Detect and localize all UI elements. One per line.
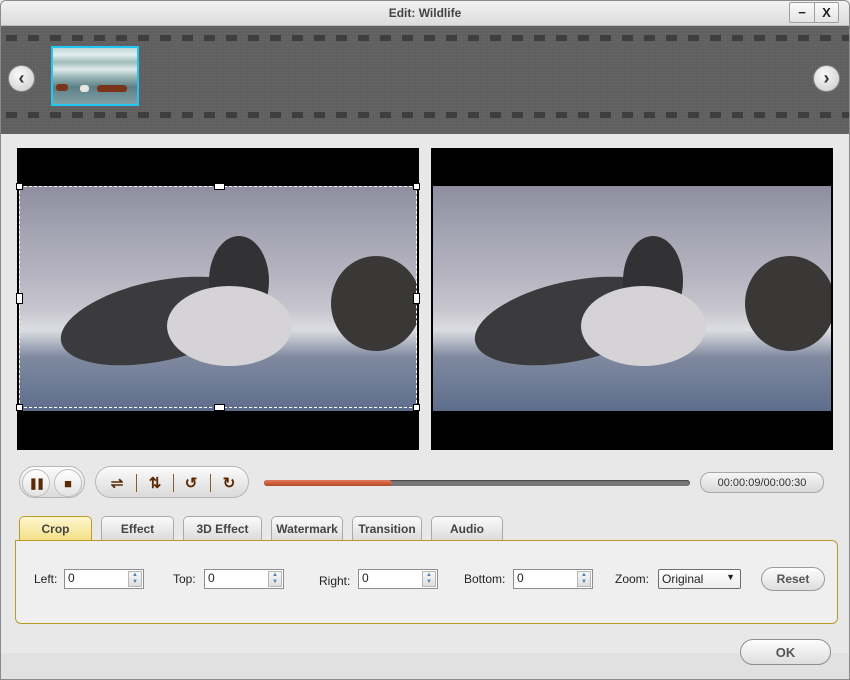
- rotate-right-icon: ↻: [222, 475, 236, 492]
- stop-icon: ■: [64, 475, 72, 491]
- original-preview: [16, 148, 420, 450]
- crop-handle-top[interactable]: [214, 183, 225, 190]
- dropdown-arrow-icon: ▼: [726, 572, 735, 582]
- divider: [210, 474, 211, 492]
- clip-thumbnail[interactable]: [51, 46, 139, 106]
- bottom-label: Bottom:: [464, 572, 506, 586]
- top-input[interactable]: 0 ▲ ▼: [204, 569, 284, 589]
- clip-filmstrip: ‹ ›: [1, 26, 849, 134]
- seek-bar-progress: [264, 480, 392, 486]
- left-label: Left:: [34, 572, 58, 586]
- film-perforations-bottom: [1, 112, 849, 118]
- left-value: 0: [68, 571, 75, 585]
- play-stop-group: ❚❚ ■: [19, 466, 85, 498]
- thumbnail-image-detail: [97, 85, 127, 92]
- zoom-label: Zoom:: [615, 572, 650, 586]
- output-preview: [431, 148, 833, 450]
- chevron-right-icon: ›: [823, 68, 830, 88]
- crop-handle-bottom-right[interactable]: [413, 404, 420, 411]
- right-input[interactable]: 0 ▲ ▼: [358, 569, 438, 589]
- rotate-left-button[interactable]: ↺: [179, 471, 203, 495]
- bottom-input[interactable]: 0 ▲ ▼: [513, 569, 593, 589]
- divider: [136, 474, 137, 492]
- pause-icon: ❚❚: [28, 477, 46, 490]
- tab-transition[interactable]: Transition: [352, 516, 422, 540]
- stop-button[interactable]: ■: [54, 469, 82, 497]
- left-stepper[interactable]: ▲ ▼: [128, 571, 142, 587]
- crop-handle-bottom[interactable]: [214, 404, 225, 411]
- right-value: 0: [362, 571, 369, 585]
- chevron-left-icon: ‹: [18, 68, 25, 88]
- dialog-footer: [1, 653, 849, 679]
- right-stepper[interactable]: ▲ ▼: [422, 571, 436, 587]
- zoom-select[interactable]: Original ▼: [658, 569, 741, 589]
- top-stepper[interactable]: ▲ ▼: [268, 571, 282, 587]
- close-button[interactable]: X: [814, 3, 838, 22]
- thumbnail-image-detail: [80, 85, 89, 92]
- bottom-stepper[interactable]: ▲ ▼: [577, 571, 591, 587]
- flip-vertical-button[interactable]: ⇅: [143, 471, 167, 495]
- crop-selection-box[interactable]: [16, 183, 420, 411]
- tab-audio[interactable]: Audio: [431, 516, 503, 540]
- divider: [173, 474, 174, 492]
- flip-vertical-icon: ⇅: [148, 475, 162, 492]
- window-title: Edit: Wildlife: [388, 6, 462, 20]
- zoom-value: Original: [662, 572, 704, 586]
- film-perforations-top: [1, 35, 849, 41]
- flip-horizontal-icon: ⇌: [110, 475, 124, 492]
- crop-panel: Left: 0 ▲ ▼ Top: 0 ▲ ▼ Right: 0 ▲ ▼ Bottom: 0 ▲…: [15, 540, 838, 624]
- top-value: 0: [208, 571, 215, 585]
- tab-crop[interactable]: Crop: [19, 516, 92, 541]
- edit-tabs: Crop Effect 3D Effect Watermark Transiti…: [19, 516, 512, 541]
- left-input[interactable]: 0 ▲ ▼: [64, 569, 144, 589]
- top-label: Top:: [173, 572, 196, 586]
- ok-button[interactable]: OK: [740, 639, 831, 665]
- next-clip-button[interactable]: ›: [813, 65, 840, 92]
- time-display: 00:00:09/00:00:30: [700, 472, 824, 493]
- prev-clip-button[interactable]: ‹: [8, 65, 35, 92]
- rotate-right-button[interactable]: ↻: [217, 471, 241, 495]
- rotate-left-icon: ↺: [184, 475, 198, 492]
- crop-handle-top-right[interactable]: [413, 183, 420, 190]
- pause-button[interactable]: ❚❚: [22, 469, 50, 497]
- crop-handle-left[interactable]: [16, 293, 23, 304]
- thumbnail-image-detail: [56, 84, 68, 91]
- edit-dialog: Edit: Wildlife − X ‹ › ❚❚ ■ ⇌ ⇅ ↺ ↻ 00:0…: [0, 0, 850, 680]
- tab-3d-effect[interactable]: 3D Effect: [183, 516, 262, 540]
- title-bar: Edit: Wildlife − X: [1, 1, 849, 26]
- tab-watermark[interactable]: Watermark: [271, 516, 343, 540]
- seek-bar[interactable]: [264, 480, 690, 486]
- crop-handle-right[interactable]: [413, 293, 420, 304]
- crop-handle-bottom-left[interactable]: [16, 404, 23, 411]
- output-video-frame: [433, 186, 831, 411]
- flip-horizontal-button[interactable]: ⇌: [105, 471, 129, 495]
- video-frame-detail: [581, 286, 706, 366]
- window-buttons: − X: [789, 2, 839, 23]
- video-frame-detail: [745, 256, 831, 351]
- crop-handle-top-left[interactable]: [16, 183, 23, 190]
- minimize-button[interactable]: −: [790, 3, 814, 22]
- right-label: Right:: [319, 574, 351, 588]
- tab-effect[interactable]: Effect: [101, 516, 174, 540]
- reset-button[interactable]: Reset: [761, 567, 825, 591]
- transform-group: ⇌ ⇅ ↺ ↻: [95, 466, 249, 498]
- bottom-value: 0: [517, 571, 524, 585]
